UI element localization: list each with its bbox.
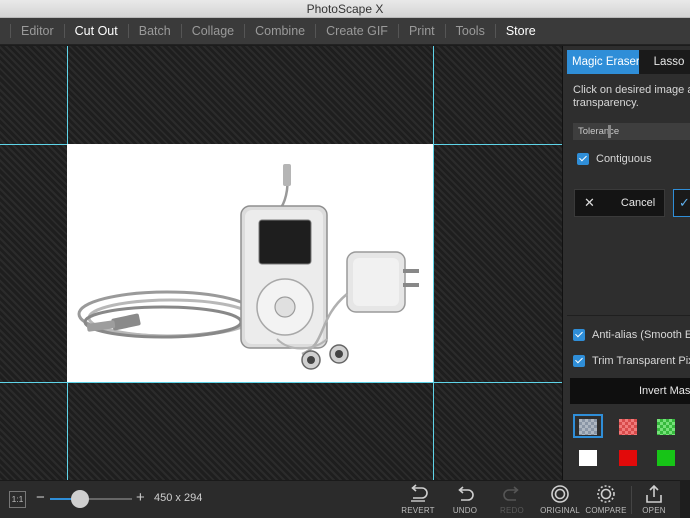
cutout-tool-panel: Magic Eraser Lasso Click on desired imag… xyxy=(562,46,690,480)
trim-label: Trim Transparent Pix xyxy=(592,355,690,367)
zoom-slider-knob[interactable] xyxy=(70,490,89,508)
menu-print[interactable]: Print xyxy=(399,18,445,45)
undo-label: UNDO xyxy=(452,506,478,515)
revert-icon xyxy=(411,484,428,502)
revert-label: REVERT xyxy=(401,506,435,515)
open-button[interactable]: OPEN xyxy=(629,484,679,515)
menu-batch[interactable]: Batch xyxy=(129,18,181,45)
compare-icon xyxy=(597,485,615,503)
zoom-in-icon[interactable]: + xyxy=(136,489,145,506)
window-title-bar: PhotoScape X xyxy=(0,0,690,18)
apply-button[interactable]: ✓ xyxy=(673,189,690,217)
redo-icon xyxy=(503,486,519,501)
swatch-checker-red[interactable] xyxy=(613,414,643,438)
guide-line-right xyxy=(433,46,434,480)
contiguous-label: Contiguous xyxy=(596,153,652,165)
undo-icon xyxy=(458,486,474,501)
zoom-reset-button[interactable]: 1:1 xyxy=(9,491,26,508)
window-edge-strip xyxy=(680,480,690,518)
checkmark-icon: ✓ xyxy=(679,195,690,210)
antialias-checkbox-row[interactable]: Anti-alias (Smooth E xyxy=(573,329,690,341)
instruction-text: Click on desired image a transparency. xyxy=(573,84,690,109)
white-fill xyxy=(579,450,597,466)
main-menu-bar: Editor Cut Out Batch Collage Combine Cre… xyxy=(0,18,690,45)
open-label: OPEN xyxy=(642,506,666,515)
guide-line-bottom xyxy=(0,382,562,383)
contiguous-checkbox-row[interactable]: Contiguous xyxy=(577,153,652,165)
window-title: PhotoScape X xyxy=(306,2,384,16)
swatch-checker-green[interactable] xyxy=(651,414,681,438)
zoom-out-icon[interactable]: − xyxy=(36,489,45,506)
invert-mask-button[interactable]: Invert Mas xyxy=(570,378,690,404)
menu-cut-out[interactable]: Cut Out xyxy=(65,18,128,45)
menu-store[interactable]: Store xyxy=(496,18,546,45)
swatch-white[interactable] xyxy=(573,445,603,469)
checker-red-fill xyxy=(619,419,637,435)
invert-mask-label: Invert Mas xyxy=(639,385,690,397)
green-fill xyxy=(657,450,675,466)
cancel-button-label: Cancel xyxy=(620,197,656,209)
tolerance-slider[interactable]: Tolerance xyxy=(573,123,690,140)
tolerance-label: Tolerance xyxy=(578,126,620,137)
compare-label: COMPARE xyxy=(585,506,627,515)
photo-image[interactable] xyxy=(67,144,433,382)
menu-editor[interactable]: Editor xyxy=(11,18,64,45)
original-button[interactable]: ORIGINAL xyxy=(535,484,585,515)
tolerance-slider-knob[interactable] xyxy=(608,125,611,138)
undo-button[interactable]: UNDO xyxy=(440,484,490,515)
panel-divider xyxy=(567,315,690,316)
bottom-toolbar: 1:1 − + 450 x 294 REVERT UNDO REDO ORIGI… xyxy=(0,480,690,518)
swatch-checker-blue[interactable] xyxy=(573,414,603,438)
menu-combine[interactable]: Combine xyxy=(245,18,315,45)
menu-create-gif[interactable]: Create GIF xyxy=(316,18,398,45)
compare-button[interactable]: COMPARE xyxy=(581,484,631,515)
tab-magic-eraser[interactable]: Magic Eraser xyxy=(567,50,640,74)
editing-canvas[interactable] xyxy=(0,46,562,480)
antialias-label: Anti-alias (Smooth E xyxy=(592,329,690,341)
image-size: 450 x 294 xyxy=(154,492,203,504)
original-icon xyxy=(551,485,569,503)
trim-checkbox-row[interactable]: Trim Transparent Pix xyxy=(573,355,690,367)
close-icon: ✕ xyxy=(584,195,595,210)
red-fill xyxy=(619,450,637,466)
antialias-checkbox[interactable] xyxy=(573,329,585,341)
tab-lasso[interactable]: Lasso xyxy=(639,50,690,74)
checker-green-fill xyxy=(657,419,675,435)
open-icon xyxy=(646,484,662,503)
trim-checkbox[interactable] xyxy=(573,355,585,367)
redo-label: REDO xyxy=(500,506,524,515)
tool-tabs: Magic Eraser Lasso xyxy=(567,50,690,74)
zoom-slider[interactable] xyxy=(50,498,132,500)
contiguous-checkbox[interactable] xyxy=(577,153,589,165)
checker-blue-fill xyxy=(579,419,597,435)
revert-button[interactable]: REVERT xyxy=(393,484,443,515)
swatch-red[interactable] xyxy=(613,445,643,469)
swatch-green[interactable] xyxy=(651,445,681,469)
cancel-button[interactable]: ✕ Cancel xyxy=(574,189,665,217)
menu-collage[interactable]: Collage xyxy=(182,18,244,45)
ipod-product-photo xyxy=(77,164,419,370)
menu-tools[interactable]: Tools xyxy=(446,18,495,45)
redo-button[interactable]: REDO xyxy=(487,484,537,515)
original-label: ORIGINAL xyxy=(540,506,580,515)
